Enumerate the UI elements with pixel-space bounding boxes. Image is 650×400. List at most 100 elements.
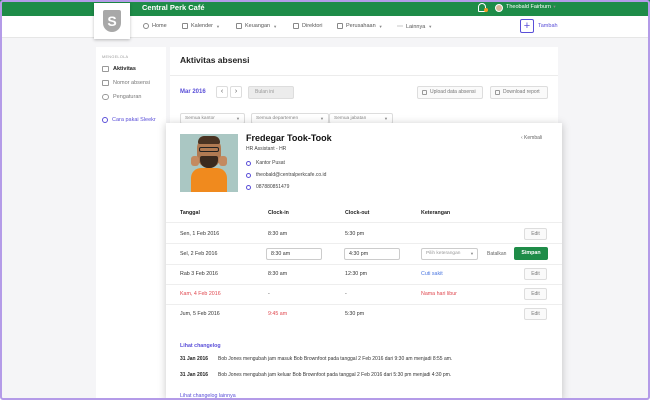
sidebar-item-aktivitas[interactable]: Aktivitas: [102, 66, 136, 72]
download-icon: [495, 90, 500, 95]
this-month-button[interactable]: Bulan ini: [248, 86, 294, 99]
nav-keuangan[interactable]: Keuangan ▼: [236, 23, 277, 29]
phone-text: 087880851479: [256, 184, 290, 190]
row-date: Rab 3 Feb 2016: [180, 271, 218, 277]
more-changelog-link[interactable]: Lihat changelog lainnya: [180, 393, 236, 399]
home-icon: [143, 23, 149, 29]
sidebar-item-label: Pengaturan: [113, 94, 142, 100]
employee-role: HR Assistant - HR: [246, 146, 287, 152]
nav-label: Lainnya: [406, 23, 426, 30]
next-month-button[interactable]: ›: [230, 86, 242, 98]
current-month: Mar 2016: [180, 89, 206, 95]
page-title: Aktivitas absensi: [180, 55, 250, 65]
row-divider: [166, 304, 562, 305]
help-icon: [102, 117, 108, 123]
sidebar-item-label: Nomor absensi: [113, 80, 150, 86]
upload-label: Upload data absensi: [430, 89, 476, 95]
email-text: theobald@centralperkcafe.co.id: [256, 172, 327, 178]
help-link[interactable]: Cara pakai Sleekr: [102, 117, 156, 123]
row-divider: [166, 243, 562, 244]
row-clock-in: 9:45 am: [268, 311, 288, 317]
nav-kalender[interactable]: Kalender ▼: [182, 23, 220, 29]
chevron-down-icon: ▼: [384, 116, 388, 121]
prev-month-button[interactable]: ‹: [216, 86, 228, 98]
user-name: Theobald Fairburn: [506, 4, 551, 10]
filter-label: Semua kantor: [185, 116, 215, 121]
back-link[interactable]: ‹ Kembali: [521, 135, 542, 141]
chevron-down-icon: ▼: [470, 251, 474, 256]
chevron-down-icon: ▼: [236, 116, 240, 121]
employee-photo: [180, 134, 238, 192]
nav-perusahaan[interactable]: Perusahaan ▼: [337, 23, 383, 29]
notification-dot: [484, 8, 488, 12]
row-note-link[interactable]: Cuti sakit: [421, 271, 443, 277]
clock-in-input[interactable]: 8:30 am: [266, 248, 322, 260]
help-link-label: Cara pakai Sleekr: [112, 117, 156, 123]
logo-shield-icon: S: [103, 10, 121, 32]
header-clock-in: Clock-in: [268, 210, 289, 216]
more-icon: ⋯: [397, 24, 403, 30]
row-clock-in: 8:30 am: [268, 231, 288, 237]
row-date: Sel, 2 Feb 2016: [180, 251, 218, 257]
edit-button[interactable]: Edit: [524, 228, 547, 240]
row-clock-out: 12:30 pm: [345, 271, 368, 277]
user-menu[interactable]: Theobald Fairburn ▼: [506, 4, 556, 10]
employee-name: Fredegar Took-Took: [246, 133, 332, 143]
row-date: Sen, 1 Feb 2016: [180, 231, 220, 237]
user-avatar[interactable]: [495, 4, 503, 12]
edit-button[interactable]: Edit: [524, 288, 547, 300]
calendar-icon: [182, 23, 188, 29]
edit-button[interactable]: Edit: [524, 268, 547, 280]
upload-icon: [422, 90, 427, 95]
row-clock-out: -: [345, 291, 347, 297]
directory-icon: [293, 23, 299, 29]
chevron-down-icon: ▼: [216, 23, 220, 29]
sidebar-item-pengaturan[interactable]: Pengaturan: [102, 94, 141, 100]
sidebar-item-nomor-absensi[interactable]: Nomor absensi: [102, 80, 150, 86]
row-clock-out: 5:30 pm: [345, 231, 365, 237]
office-text: Kantor Pusat: [256, 160, 285, 166]
header-tanggal: Tanggal: [180, 210, 200, 216]
app-logo[interactable]: S: [94, 3, 130, 39]
nav-label: Perusahaan: [346, 23, 376, 29]
header-clock-out: Clock-out: [345, 210, 370, 216]
download-button[interactable]: Download report: [490, 86, 548, 99]
nav-label: Keuangan: [245, 23, 271, 29]
nav-home[interactable]: Home: [143, 23, 167, 29]
chevron-down-icon: ▼: [378, 23, 383, 29]
nav-lainnya[interactable]: ⋯ Lainnya ▼: [397, 23, 433, 31]
phone-icon: [246, 184, 251, 190]
list-icon: [102, 66, 109, 72]
changelog-title[interactable]: Lihat changelog: [180, 343, 221, 349]
finance-icon: [236, 23, 242, 29]
note-select[interactable]: Pilih keterangan ▼: [421, 248, 478, 260]
filter-label: Semua jabatan: [334, 116, 367, 121]
row-divider: [166, 264, 562, 265]
email-icon: [246, 172, 251, 178]
row-clock-out: 5:30 pm: [345, 311, 365, 317]
upload-button[interactable]: Upload data absensi: [417, 86, 483, 99]
clock-out-input[interactable]: 4:30 pm: [344, 248, 400, 260]
employee-phone: 087880851479: [246, 184, 289, 190]
filter-label: Semua departemen: [256, 116, 299, 121]
chevron-down-icon: ▼: [428, 24, 433, 29]
row-date: Jum, 5 Feb 2016: [180, 311, 220, 317]
employee-email[interactable]: theobald@centralperkcafe.co.id: [246, 172, 326, 178]
sidebar-heading: MENGELOLA: [102, 55, 129, 59]
row-divider: [166, 284, 562, 285]
row-holiday-note: Nama hari libur: [421, 291, 457, 297]
app-name: Central Perk Café: [142, 3, 205, 12]
cancel-button[interactable]: Batalkan: [487, 251, 506, 257]
row-clock-in: -: [268, 291, 270, 297]
nav-label: Home: [152, 23, 167, 29]
save-button[interactable]: Simpan: [514, 247, 548, 260]
changelog-date: 31 Jan 2016: [180, 356, 209, 362]
edit-button[interactable]: Edit: [524, 308, 547, 320]
row-clock-in: 8:30 am: [268, 271, 288, 277]
add-button[interactable]: +: [520, 19, 534, 33]
nav-direktori[interactable]: Direktori: [293, 23, 322, 29]
changelog-text: Bob Jones mengubah jam keluar Bob Brownf…: [218, 372, 452, 378]
add-label[interactable]: Tambah: [538, 23, 558, 29]
note-select-placeholder: Pilih keterangan: [426, 251, 461, 256]
row-date: Kam, 4 Feb 2016: [180, 291, 221, 297]
